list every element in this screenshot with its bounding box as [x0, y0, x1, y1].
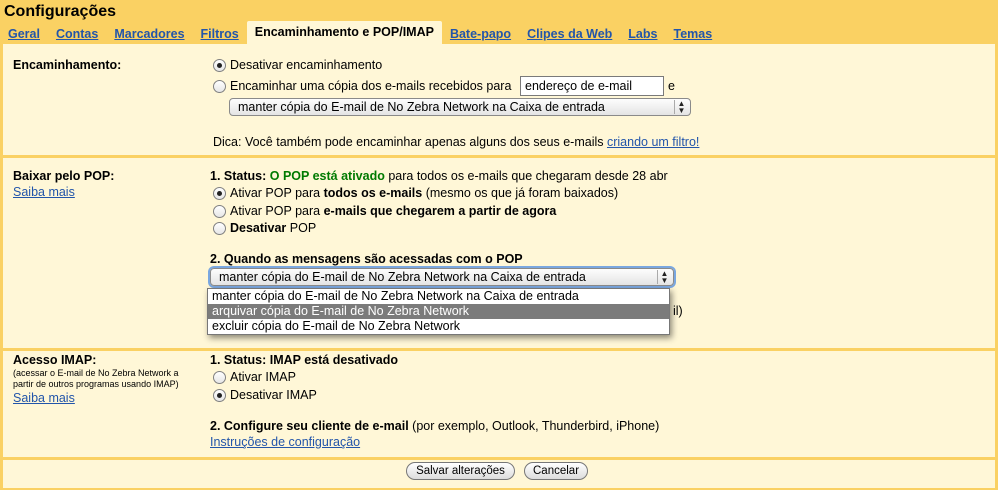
tab-contas[interactable]: Contas	[48, 27, 106, 44]
settings-tabs: Geral Contas Marcadores Filtros Encaminh…	[0, 21, 998, 44]
forwarding-enable-option[interactable]: Encaminhar uma cópia dos e-mails recebid…	[213, 79, 511, 93]
pop-action-dropdown: manter cópia do E-mail de No Zebra Netwo…	[207, 288, 670, 335]
imap-label: Acesso IMAP:	[13, 353, 97, 367]
imap-note: (acessar o E-mail de No Zebra Network a …	[13, 368, 179, 389]
forwarding-tip: Dica: Você também pode encaminhar apenas…	[213, 135, 699, 149]
forwarding-label: Encaminhamento:	[13, 58, 122, 72]
forwarding-section: Encaminhamento: Desativar encaminhamento…	[3, 44, 995, 156]
imap-learn-more-link[interactable]: Saiba mais	[13, 391, 75, 405]
forwarding-action-select[interactable]: manter cópia do E-mail de No Zebra Netwo…	[229, 98, 691, 116]
imap-instructions-link[interactable]: Instruções de configuração	[210, 435, 360, 449]
tab-forwarding-pop-imap[interactable]: Encaminhamento e POP/IMAP	[246, 21, 442, 44]
pop-option-disable[interactable]: Desativar POP	[213, 221, 316, 235]
imap-configure-rest: (por exemplo, Outlook, Thunderbird, iPho…	[412, 419, 660, 433]
pop-opt1-c: (mesmo os que já foram baixados)	[425, 186, 619, 200]
pop-when-heading: 2. Quando as mensagens são acessadas com…	[210, 252, 523, 266]
pop-status-prefix: 1. Status:	[210, 169, 267, 183]
settings-panel: Encaminhamento: Desativar encaminhamento…	[3, 44, 995, 488]
pop-opt1-b: todos os e-mails	[323, 186, 423, 200]
pop-opt2-b: e-mails que chegarem a partir de agora	[323, 204, 557, 218]
forwarding-email-input[interactable]	[520, 76, 664, 96]
page-title: Configurações	[4, 3, 117, 20]
radio-imap-enable[interactable]	[213, 370, 226, 384]
pop-opt3-b: POP	[289, 221, 317, 235]
pop-opt2-a: Ativar POP para	[230, 204, 321, 218]
imap-configure-bold: 2. Configure seu cliente de e-mail	[210, 419, 409, 433]
create-filter-link[interactable]: criando um filtro!	[607, 135, 699, 149]
pop-status-suffix: para todos os e-mails que chegaram desde…	[388, 169, 668, 183]
radio-pop-new[interactable]	[213, 204, 226, 218]
tab-marcadores[interactable]: Marcadores	[106, 27, 192, 44]
dropdown-option-delete[interactable]: excluir cópia do E-mail de No Zebra Netw…	[208, 319, 669, 334]
tab-labs[interactable]: Labs	[620, 27, 665, 44]
pop-option-all[interactable]: Ativar POP para todos os e-mails (mesmo …	[213, 186, 618, 200]
tab-bate-papo[interactable]: Bate-papo	[442, 27, 519, 44]
radio-pop-all[interactable]	[213, 186, 226, 200]
pop-label: Baixar pelo POP:	[13, 169, 115, 183]
pop-option-new[interactable]: Ativar POP para e-mails que chegarem a p…	[213, 204, 556, 218]
cancel-button[interactable]: Cancelar	[524, 462, 588, 480]
imap-status: 1. Status: IMAP está desativado	[210, 353, 399, 367]
forwarding-and-text: e	[668, 79, 675, 93]
forwarding-disable-option[interactable]: Desativar encaminhamento	[213, 58, 382, 72]
imap-disable-option[interactable]: Desativar IMAP	[213, 388, 317, 402]
tab-filtros[interactable]: Filtros	[193, 27, 247, 44]
imap-section: Acesso IMAP: (acessar o E-mail de No Zeb…	[3, 351, 995, 456]
tab-geral[interactable]: Geral	[0, 27, 48, 44]
pop-status: 1. Status: O POP está ativado para todos…	[210, 169, 668, 183]
radio-imap-disable[interactable]	[213, 388, 226, 402]
pop-action-select[interactable]: manter cópia do E-mail de No Zebra Netwo…	[210, 268, 674, 286]
forwarding-select-value: manter cópia do E-mail de No Zebra Netwo…	[238, 100, 605, 114]
tab-temas[interactable]: Temas	[665, 27, 720, 44]
select-arrows-icon: ▲ ▼	[674, 100, 688, 115]
forwarding-enable-label: Encaminhar uma cópia dos e-mails recebid…	[230, 79, 512, 93]
pop-opt1-a: Ativar POP para	[230, 186, 321, 200]
section-divider	[3, 457, 995, 460]
radio-forward-copy[interactable]	[213, 79, 226, 93]
forwarding-tip-text: Dica: Você também pode encaminhar apenas…	[213, 135, 604, 149]
imap-enable-option[interactable]: Ativar IMAP	[213, 370, 296, 384]
select-arrows-icon: ▲ ▼	[657, 270, 671, 285]
forwarding-disable-label: Desativar encaminhamento	[230, 58, 383, 72]
pop-opt3-a: Desativar	[230, 221, 287, 235]
imap-enable-label: Ativar IMAP	[230, 370, 296, 384]
pop-hidden-tail: il)	[673, 304, 683, 318]
radio-disable-forwarding[interactable]	[213, 58, 226, 72]
imap-disable-label: Desativar IMAP	[230, 388, 317, 402]
dropdown-option-keep[interactable]: manter cópia do E-mail de No Zebra Netwo…	[208, 289, 669, 304]
pop-select-value: manter cópia do E-mail de No Zebra Netwo…	[219, 270, 586, 284]
radio-pop-disable[interactable]	[213, 221, 226, 235]
pop-learn-more-link[interactable]: Saiba mais	[13, 185, 75, 199]
tab-clipes-da-web[interactable]: Clipes da Web	[519, 27, 620, 44]
pop-status-value: O POP está ativado	[269, 169, 385, 183]
dropdown-option-archive[interactable]: arquivar cópia do E-mail de No Zebra Net…	[208, 304, 669, 319]
imap-configure: 2. Configure seu cliente de e-mail (por …	[210, 419, 659, 433]
save-button[interactable]: Salvar alterações	[406, 462, 515, 480]
